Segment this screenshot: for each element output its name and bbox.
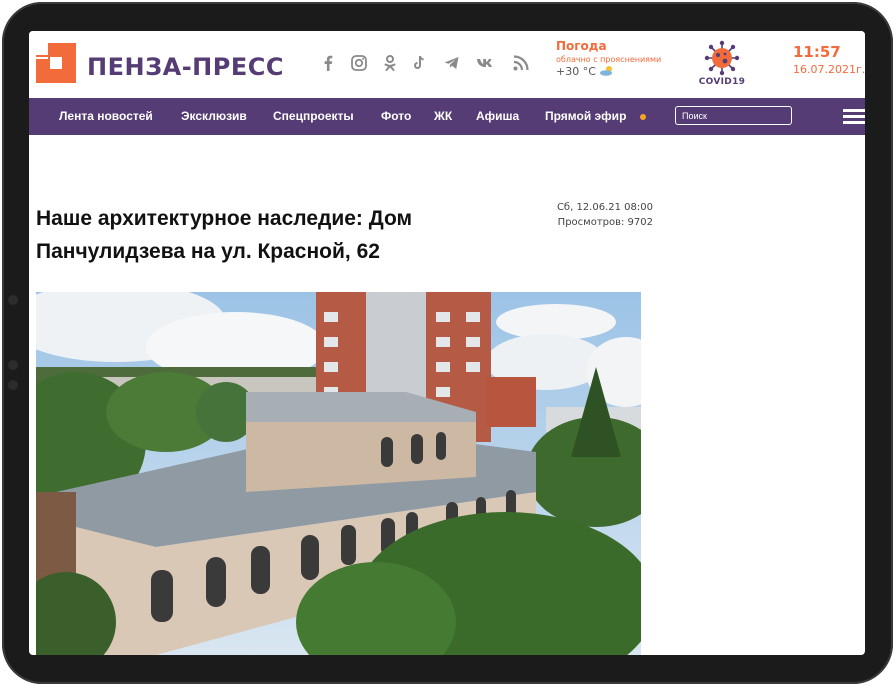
browser-screen: ПЕНЗА-ПРЕСС Погода облачно с прояснениям… xyxy=(29,31,865,655)
facebook-icon[interactable] xyxy=(318,53,338,73)
nav-item-photo[interactable]: Фото xyxy=(381,109,411,123)
logo-icon[interactable] xyxy=(36,43,76,83)
weather-widget[interactable]: Погода облачно с прояснениями +30 °С xyxy=(556,39,666,78)
nav-item-live[interactable]: Прямой эфир xyxy=(545,109,626,123)
article-date: Сб, 12.06.21 08:00 xyxy=(556,202,653,213)
odnoklassniki-icon[interactable] xyxy=(380,53,400,73)
weather-title: Погода xyxy=(556,39,607,53)
partly-cloudy-icon xyxy=(600,66,613,76)
tiktok-icon[interactable] xyxy=(409,53,429,73)
article-photo[interactable] xyxy=(36,292,641,655)
article-meta: Сб, 12.06.21 08:00 Просмотров: 9702 xyxy=(509,200,653,230)
clock-date: 16.07.2021г. xyxy=(793,63,865,76)
clock-widget: 11:57 16.07.2021г. xyxy=(793,43,865,76)
site-header: ПЕНЗА-ПРЕСС Погода облачно с прояснениям… xyxy=(29,31,865,98)
device-button xyxy=(8,380,18,390)
nav-item-housing[interactable]: ЖК xyxy=(434,109,452,123)
virus-icon xyxy=(704,40,740,76)
article-views: Просмотров: 9702 xyxy=(557,217,653,228)
site-logo-text[interactable]: ПЕНЗА-ПРЕСС xyxy=(87,53,284,81)
device-button xyxy=(8,295,18,305)
nav-item-afisha[interactable]: Афиша xyxy=(476,109,519,123)
weather-description: облачно с прояснениями xyxy=(556,55,662,64)
menu-icon[interactable] xyxy=(843,109,865,125)
nav-item-exclusive[interactable]: Эксклюзив xyxy=(181,109,247,123)
covid-label: COVID19 xyxy=(698,77,746,87)
live-indicator-dot xyxy=(640,114,646,120)
main-nav: Лента новостей Эксклюзив Спецпроекты Фот… xyxy=(29,98,865,135)
device-button xyxy=(8,360,18,370)
nav-item-news-feed[interactable]: Лента новостей xyxy=(59,109,153,123)
instagram-icon[interactable] xyxy=(349,53,369,73)
telegram-icon[interactable] xyxy=(442,53,462,73)
search-input[interactable] xyxy=(675,106,792,125)
article-title: Наше архитектурное наследие: Дом Панчули… xyxy=(36,207,413,263)
weather-temperature: +30 °С xyxy=(556,65,666,78)
covid-widget[interactable]: COVID19 xyxy=(697,39,747,89)
rss-icon[interactable] xyxy=(511,53,531,73)
nav-item-special-projects[interactable]: Спецпроекты xyxy=(273,109,354,123)
clock-time: 11:57 xyxy=(793,43,841,61)
vk-icon[interactable] xyxy=(475,53,495,73)
